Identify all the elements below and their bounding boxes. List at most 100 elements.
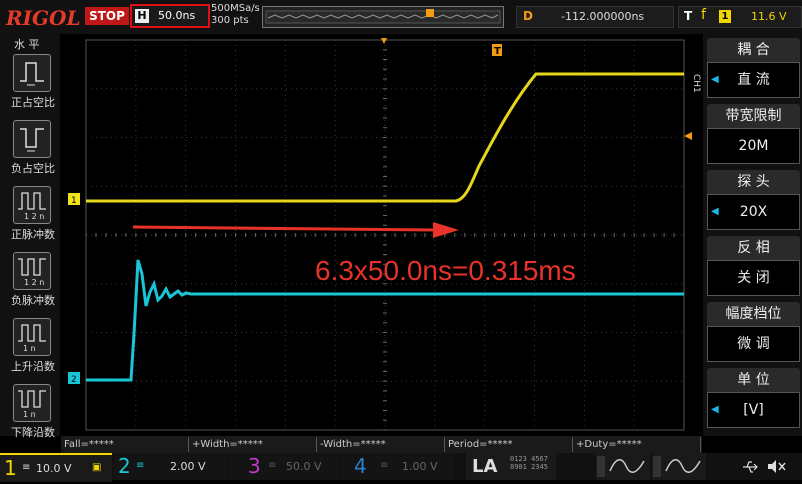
menu-head: 反 相 bbox=[707, 236, 800, 260]
channel-4-status[interactable]: 4 ≡ 1.00 V bbox=[342, 453, 454, 480]
menu-value: 20M bbox=[707, 128, 800, 164]
trigger-channel: 1 bbox=[719, 10, 731, 23]
channel-scale: 50.0 V bbox=[286, 460, 322, 473]
dc-coupling-icon: ≡ bbox=[136, 460, 145, 471]
delay-box[interactable]: D -112.000000ns bbox=[516, 6, 674, 28]
timebase-value: 50.0ns bbox=[158, 9, 196, 22]
falling-edge-count-icon: 1 n bbox=[13, 384, 51, 422]
ch2-marker-label: 2 bbox=[71, 375, 77, 385]
dc-coupling-icon: ≡ bbox=[380, 460, 389, 471]
menu-item-positive-duty[interactable]: 正占空比 bbox=[5, 54, 57, 116]
speaker-mute-icon[interactable] bbox=[764, 453, 788, 480]
trigger-slope-icon: f bbox=[701, 7, 706, 23]
menu-item-label: 负占空比 bbox=[11, 162, 55, 175]
menu-head: 耦 合 bbox=[707, 38, 800, 62]
menu-unit[interactable]: 单 位 [V] ◀ bbox=[707, 368, 800, 432]
menu-item-label: 正占空比 bbox=[11, 96, 55, 109]
menu-head: 带宽限制 bbox=[707, 104, 800, 128]
select-arrow-icon: ◀ bbox=[711, 206, 719, 217]
waveform-display[interactable]: T 1 2 6.3x50.0ns=0.315ms bbox=[61, 34, 702, 436]
bandwidth-limit-icon: ▣ bbox=[92, 462, 102, 473]
negative-duty-icon bbox=[13, 120, 51, 158]
ch1-marker-label: 1 bbox=[71, 196, 77, 206]
right-softkey-menu: CH1 耦 合 直 流 ◀ 带宽限制 20M 探 头 20X ◀ 反 相 关 闭… bbox=[691, 34, 802, 436]
positive-pulse-count-icon: 1 2 n bbox=[13, 186, 51, 224]
measure-pos-width[interactable]: +Width=***** bbox=[189, 437, 317, 452]
timing-annotation: 6.3x50.0ns=0.315ms bbox=[315, 255, 576, 286]
menu-head: 幅度档位 bbox=[707, 302, 800, 326]
sample-rate: 500MSa/s bbox=[211, 3, 260, 14]
menu-item-positive-pulse-count[interactable]: 1 2 n 正脉冲数 bbox=[5, 186, 57, 248]
la-digital-channels-icon: 0123 4567 8901 2345 bbox=[510, 455, 548, 471]
negative-pulse-count-icon: 1 2 n bbox=[13, 252, 51, 290]
channel-1-status[interactable]: 1 ≡ 10.0 V ▣ bbox=[0, 453, 112, 482]
horizontal-label: H bbox=[135, 9, 149, 23]
svg-text:1 2 n: 1 2 n bbox=[24, 278, 44, 287]
measure-fall[interactable]: Fall=***** bbox=[61, 437, 189, 452]
menu-invert[interactable]: 反 相 关 闭 bbox=[707, 236, 800, 300]
menu-item-negative-pulse-count[interactable]: 1 2 n 负脉冲数 bbox=[5, 252, 57, 314]
positive-duty-icon bbox=[13, 54, 51, 92]
delay-label: D bbox=[523, 9, 533, 23]
sine-wave-icon bbox=[597, 456, 645, 477]
channel-scale: 10.0 V bbox=[36, 462, 72, 475]
menu-item-rising-edge-count[interactable]: 1 n 上升沿数 bbox=[5, 318, 57, 380]
menu-value: 直 流 bbox=[707, 62, 800, 98]
trigger-level: 11.6 V bbox=[751, 10, 787, 23]
menu-value: 20X bbox=[707, 194, 800, 230]
channel-number: 2 bbox=[118, 454, 131, 478]
memory-depth: 300 pts bbox=[211, 15, 249, 26]
channel-2-status[interactable]: 2 ≡ 2.00 V bbox=[114, 453, 226, 480]
menu-amplitude-scale[interactable]: 幅度档位 微 调 bbox=[707, 302, 800, 366]
select-arrow-icon: ◀ bbox=[711, 74, 719, 85]
channel-scale: 2.00 V bbox=[170, 460, 206, 473]
trigger-point-label: T bbox=[494, 46, 501, 57]
math-waveform-slot-2[interactable] bbox=[652, 453, 706, 480]
run-stop-status[interactable]: STOP bbox=[85, 7, 129, 25]
svg-text:1 n: 1 n bbox=[23, 344, 36, 353]
usb-icon bbox=[740, 453, 760, 480]
channel-number: 1 bbox=[4, 456, 17, 480]
measure-period[interactable]: Period=***** bbox=[445, 437, 573, 452]
menu-item-label: 下降沿数 bbox=[11, 426, 55, 439]
dc-coupling-icon: ≡ bbox=[268, 460, 277, 471]
channel-scale: 1.00 V bbox=[402, 460, 438, 473]
menu-value: 微 调 bbox=[707, 326, 800, 362]
menu-item-negative-duty[interactable]: 负占空比 bbox=[5, 120, 57, 182]
channel-number: 3 bbox=[248, 454, 261, 478]
horizontal-timebase-box[interactable]: H 50.0ns bbox=[130, 4, 210, 28]
menu-probe[interactable]: 探 头 20X ◀ bbox=[707, 170, 800, 234]
logic-analyzer-status[interactable]: LA 0123 4567 8901 2345 bbox=[466, 453, 556, 480]
trigger-box[interactable]: T f 1 11.6 V bbox=[678, 6, 802, 28]
trigger-label: T bbox=[684, 9, 693, 23]
trigger-level-marker bbox=[684, 132, 692, 140]
delay-value: -112.000000ns bbox=[561, 10, 645, 23]
measurement-bar: Fall=***** +Width=***** -Width=***** Per… bbox=[61, 436, 702, 453]
ch1-menu-tag: CH1 bbox=[691, 74, 701, 93]
waveform-grid: T 1 2 6.3x50.0ns=0.315ms bbox=[68, 38, 692, 431]
channel-3-status[interactable]: 3 ≡ 50.0 V bbox=[228, 453, 340, 480]
dc-coupling-icon: ≡ bbox=[22, 462, 31, 473]
sample-rate-info: 500MSa/s 300 pts bbox=[211, 3, 260, 27]
memory-overview-strip[interactable] bbox=[262, 6, 504, 28]
left-softkey-menu: 水 平 正占空比 负占空比 1 2 n 正脉冲数 1 2 n 负脉冲数 1 n … bbox=[0, 34, 60, 439]
measure-neg-width[interactable]: -Width=***** bbox=[317, 437, 445, 452]
red-arrow-annotation bbox=[132, 222, 459, 238]
trigger-position-marker bbox=[381, 38, 387, 44]
channel-status-bar: 1 ≡ 10.0 V ▣ 2 ≡ 2.00 V 3 ≡ 50.0 V 4 ≡ 1… bbox=[0, 453, 802, 482]
svg-text:1 2 n: 1 2 n bbox=[24, 212, 44, 221]
measure-pos-duty[interactable]: +Duty=***** bbox=[573, 437, 701, 452]
menu-coupling[interactable]: 耦 合 直 流 ◀ bbox=[707, 38, 800, 102]
math-waveform-slot-1[interactable] bbox=[596, 453, 650, 480]
menu-head: 单 位 bbox=[707, 368, 800, 392]
select-arrow-icon: ◀ bbox=[711, 404, 719, 415]
menu-head: 探 头 bbox=[707, 170, 800, 194]
menu-item-falling-edge-count[interactable]: 1 n 下降沿数 bbox=[5, 384, 57, 446]
left-menu-title: 水 平 bbox=[14, 38, 40, 51]
menu-item-label: 正脉冲数 bbox=[11, 228, 55, 241]
rigol-logo: RIGOL bbox=[6, 6, 81, 30]
svg-text:1 n: 1 n bbox=[23, 410, 36, 419]
menu-value: 关 闭 bbox=[707, 260, 800, 296]
memory-waveform-icon bbox=[265, 9, 501, 24]
menu-bandwidth-limit[interactable]: 带宽限制 20M bbox=[707, 104, 800, 168]
